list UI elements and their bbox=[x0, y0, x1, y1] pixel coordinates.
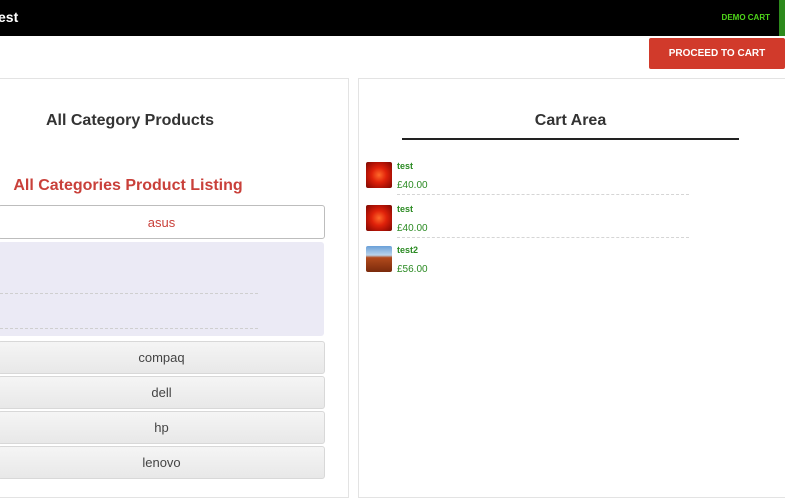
cart-item-price: £40.00 bbox=[397, 180, 428, 191]
category-asus-products bbox=[0, 242, 324, 336]
top-navbar: est DEMO CART bbox=[0, 0, 785, 36]
category-lenovo[interactable]: lenovo bbox=[0, 446, 325, 479]
flower-image bbox=[366, 205, 392, 231]
site-brand[interactable]: est bbox=[0, 9, 18, 25]
cart-item[interactable]: test2 £56.00 bbox=[366, 245, 689, 281]
cart-item[interactable]: test £40.00 bbox=[366, 161, 689, 197]
cart-item-name[interactable]: test bbox=[397, 161, 413, 171]
proceed-to-cart-button[interactable]: PROCEED TO CART bbox=[649, 38, 785, 69]
flower-image bbox=[366, 162, 392, 188]
cart-item-price: £40.00 bbox=[397, 223, 428, 234]
cart-item-price: £56.00 bbox=[397, 264, 428, 275]
cart-item[interactable]: test £40.00 bbox=[366, 204, 689, 240]
cart-item-name[interactable]: test2 bbox=[397, 245, 418, 255]
navbar-accent bbox=[779, 0, 785, 36]
category-hp[interactable]: hp bbox=[0, 411, 325, 444]
divider bbox=[0, 328, 258, 329]
demo-cart-link[interactable]: DEMO CART bbox=[722, 13, 770, 22]
cart-area-title: Cart Area bbox=[534, 112, 607, 129]
listing-title: All Categories Product Listing bbox=[13, 177, 243, 194]
divider bbox=[0, 293, 258, 294]
cart-title-underline bbox=[402, 138, 739, 140]
landscape-image bbox=[366, 246, 392, 272]
category-compaq[interactable]: compaq bbox=[0, 341, 325, 374]
category-panel-title: All Category Products bbox=[45, 112, 215, 129]
divider bbox=[397, 237, 689, 238]
category-asus[interactable]: asus bbox=[0, 205, 325, 239]
cart-area-panel bbox=[358, 78, 785, 498]
divider bbox=[397, 194, 689, 195]
category-dell[interactable]: dell bbox=[0, 376, 325, 409]
cart-item-name[interactable]: test bbox=[397, 204, 413, 214]
